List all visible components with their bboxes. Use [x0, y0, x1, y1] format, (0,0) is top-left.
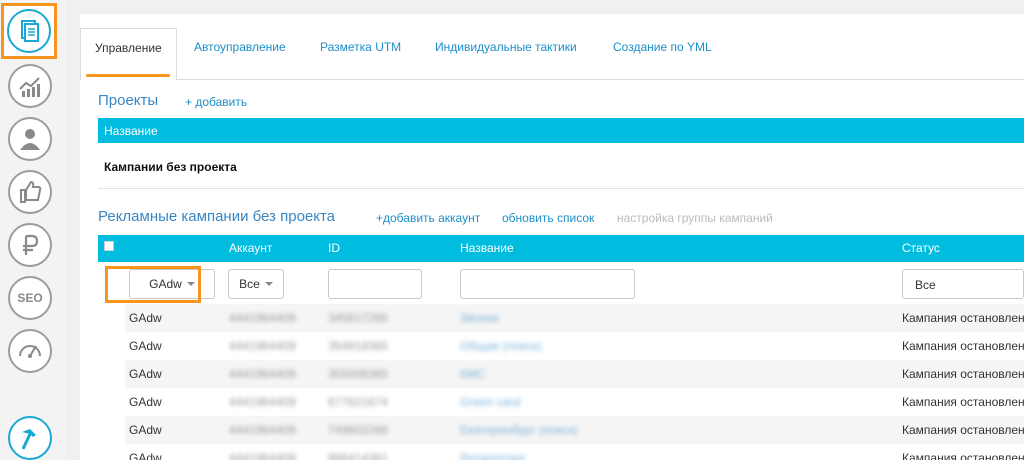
- refresh-list-link[interactable]: обновить список: [502, 211, 594, 225]
- row-name-link[interactable]: Green card: [460, 395, 520, 409]
- main-panel: Управление Автоуправление Разметка UTM И…: [80, 14, 1024, 460]
- row-id: 355008365: [328, 367, 389, 381]
- user-profile-icon[interactable]: [8, 117, 52, 161]
- table-row[interactable]: GAdw 4441964409 355008365 КМС Кампания о…: [125, 360, 1024, 388]
- row-account: 4441964409: [229, 451, 296, 460]
- account-filter-value: Все: [239, 277, 260, 291]
- tab-create-yml[interactable]: Создание по YML: [613, 28, 712, 80]
- row-type: GAdw: [129, 451, 162, 460]
- sidebar: SEO: [0, 0, 66, 460]
- thumbs-up-icon[interactable]: [8, 170, 52, 214]
- column-id: ID: [328, 241, 340, 255]
- project-row-label: Кампании без проекта: [104, 160, 237, 174]
- campaigns-title: Рекламные кампании без проекта: [98, 208, 336, 225]
- filter-highlight: [105, 266, 201, 303]
- row-name-link[interactable]: Екатеринбург (поиск): [460, 423, 578, 437]
- tab-utm-markup[interactable]: Разметка UTM: [320, 28, 401, 80]
- projects-header-name: Название: [104, 124, 158, 138]
- speedometer-icon[interactable]: [8, 329, 52, 373]
- row-type: GAdw: [129, 311, 162, 325]
- row-name-link[interactable]: Общая (поиск): [460, 339, 542, 353]
- name-filter-input[interactable]: [460, 269, 635, 299]
- row-status: Кампания остановлена: [902, 451, 1024, 460]
- row-status: Кампания остановлена: [902, 395, 1024, 409]
- row-status: Кампания остановлена: [902, 339, 1024, 353]
- row-type: GAdw: [129, 395, 162, 409]
- row-account: 4441964409: [229, 311, 296, 325]
- row-status: Кампания остановлена: [902, 367, 1024, 381]
- projects-title: Проекты: [98, 92, 159, 109]
- row-account: 4441964409: [229, 367, 296, 381]
- row-type: GAdw: [129, 423, 162, 437]
- row-name-link[interactable]: Звонки: [460, 311, 499, 325]
- active-tab-underline: [86, 74, 170, 77]
- row-status: Кампания остановлена: [902, 423, 1024, 437]
- seo-icon[interactable]: SEO: [8, 276, 52, 320]
- row-id: 886414361: [328, 451, 389, 460]
- row-status: Кампания остановлена: [902, 311, 1024, 325]
- hammer-icon[interactable]: [8, 416, 52, 460]
- table-row[interactable]: GAdw 4441964409 749602266 Екатеринбург (…: [125, 416, 1024, 444]
- row-name-link[interactable]: Ретаргетинг: [460, 451, 526, 460]
- projects-table-header: Название: [98, 118, 1024, 143]
- campaign-group-settings-link: настройка группы кампаний: [617, 211, 773, 225]
- tab-individual-tactics[interactable]: Индивидуальные тактики: [435, 28, 577, 80]
- analytics-chart-icon[interactable]: [8, 64, 52, 108]
- account-filter-dropdown[interactable]: Все: [228, 269, 284, 299]
- select-all-checkbox[interactable]: [104, 241, 114, 251]
- tab-auto-management[interactable]: Автоуправление: [194, 28, 286, 80]
- campaigns-table-header: Аккаунт ID Название Статус: [98, 235, 1024, 262]
- row-id: 677621674: [328, 395, 389, 409]
- row-account: 4441964409: [229, 395, 296, 409]
- documents-icon[interactable]: [7, 9, 51, 53]
- row-account: 4441964409: [229, 423, 296, 437]
- column-status: Статус: [902, 241, 940, 255]
- row-name-link[interactable]: КМС: [460, 367, 486, 381]
- column-name: Название: [460, 241, 514, 255]
- row-type: GAdw: [129, 339, 162, 353]
- table-row[interactable]: GAdw 4441964409 886414361 Ретаргетинг Ка…: [125, 444, 1024, 460]
- table-row[interactable]: GAdw 4441964409 345817265 Звонки Кампани…: [125, 304, 1024, 332]
- add-project-link[interactable]: + добавить: [185, 95, 247, 109]
- status-filter-select[interactable]: Все: [902, 269, 1024, 299]
- id-filter-input[interactable]: [328, 269, 422, 299]
- seo-label: SEO: [17, 291, 43, 305]
- filter-row: GAdw Все Все: [98, 262, 1024, 308]
- tab-bar: Управление Автоуправление Разметка UTM И…: [80, 28, 1024, 81]
- row-account: 4441964409: [229, 339, 296, 353]
- row-id: 354918365: [328, 339, 389, 353]
- table-row[interactable]: GAdw 4441964409 677621674 Green card Кам…: [125, 388, 1024, 416]
- row-id: 749602266: [328, 423, 389, 437]
- project-row[interactable]: Кампании без проекта: [98, 151, 1024, 189]
- add-account-link[interactable]: +добавить аккаунт: [376, 211, 480, 225]
- table-row[interactable]: GAdw 4441964409 354918365 Общая (поиск) …: [125, 332, 1024, 360]
- chevron-down-icon: [264, 282, 273, 286]
- row-type: GAdw: [129, 367, 162, 381]
- row-id: 345817265: [328, 311, 389, 325]
- ruble-icon[interactable]: [8, 223, 52, 267]
- column-account: Аккаунт: [229, 241, 273, 255]
